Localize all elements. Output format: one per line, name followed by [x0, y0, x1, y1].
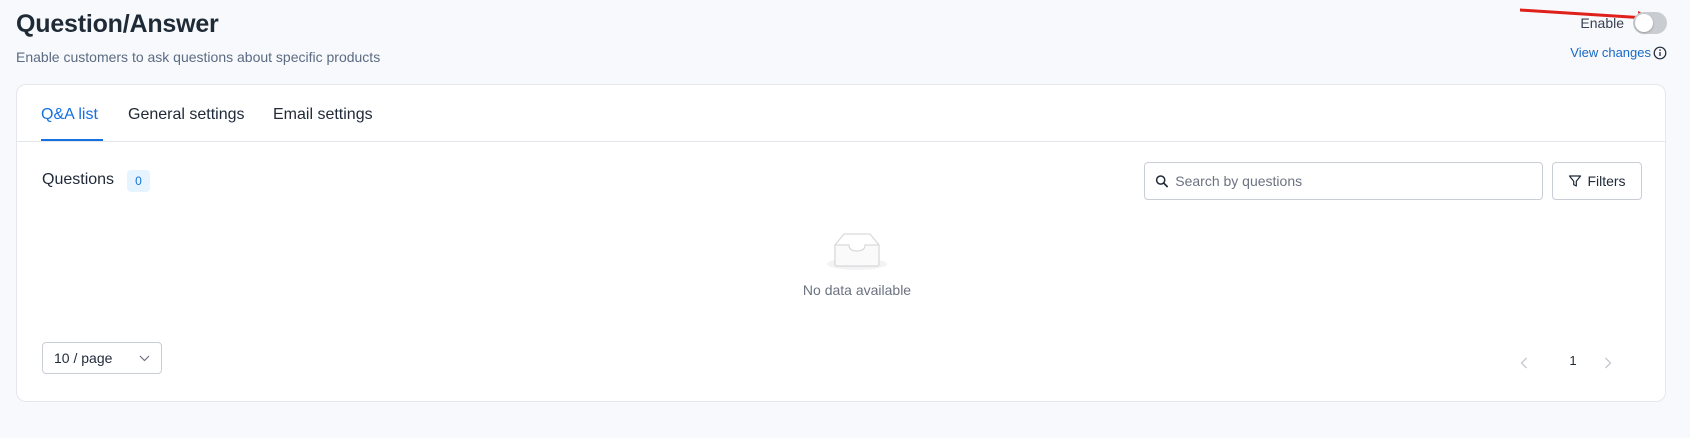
- empty-state: No data available: [772, 230, 942, 298]
- filters-button[interactable]: Filters: [1552, 162, 1642, 200]
- chevron-down-icon: [139, 355, 150, 361]
- page-subtitle: Enable customers to ask questions about …: [16, 49, 381, 65]
- enable-toggle-group: Enable: [1580, 12, 1667, 34]
- questions-count-badge: 0: [127, 170, 150, 192]
- info-icon: [1653, 46, 1667, 59]
- search-input[interactable]: [1175, 173, 1532, 189]
- tab-qa-list[interactable]: Q&A list: [41, 106, 98, 124]
- inbox-empty-icon: [827, 233, 887, 270]
- filters-label: Filters: [1587, 173, 1626, 189]
- enable-toggle[interactable]: [1633, 12, 1667, 34]
- page-size-value: 10 / page: [54, 350, 113, 366]
- enable-label: Enable: [1580, 15, 1624, 31]
- page-title: Question/Answer: [16, 10, 219, 38]
- next-page-icon[interactable]: [1604, 357, 1612, 369]
- tab-email-settings[interactable]: Email settings: [273, 106, 373, 124]
- empty-state-text: No data available: [802, 282, 912, 298]
- toggle-knob: [1635, 14, 1653, 32]
- search-icon: [1155, 175, 1168, 188]
- tab-general-settings[interactable]: General settings: [128, 106, 245, 124]
- questions-heading: Questions: [42, 171, 115, 188]
- view-changes-link[interactable]: View changes: [1570, 45, 1667, 60]
- page-number-current[interactable]: 1: [1562, 350, 1584, 372]
- tab-bar: Q&A list General settings Email settings: [17, 85, 1665, 142]
- page-size-select[interactable]: 10 / page: [42, 342, 162, 374]
- filter-icon: [1569, 175, 1582, 187]
- qa-card: Q&A list General settings Email settings…: [16, 84, 1666, 402]
- active-tab-indicator: [41, 139, 103, 141]
- search-field[interactable]: [1144, 162, 1543, 200]
- view-changes-label: View changes: [1570, 45, 1651, 60]
- prev-page-icon[interactable]: [1520, 357, 1528, 369]
